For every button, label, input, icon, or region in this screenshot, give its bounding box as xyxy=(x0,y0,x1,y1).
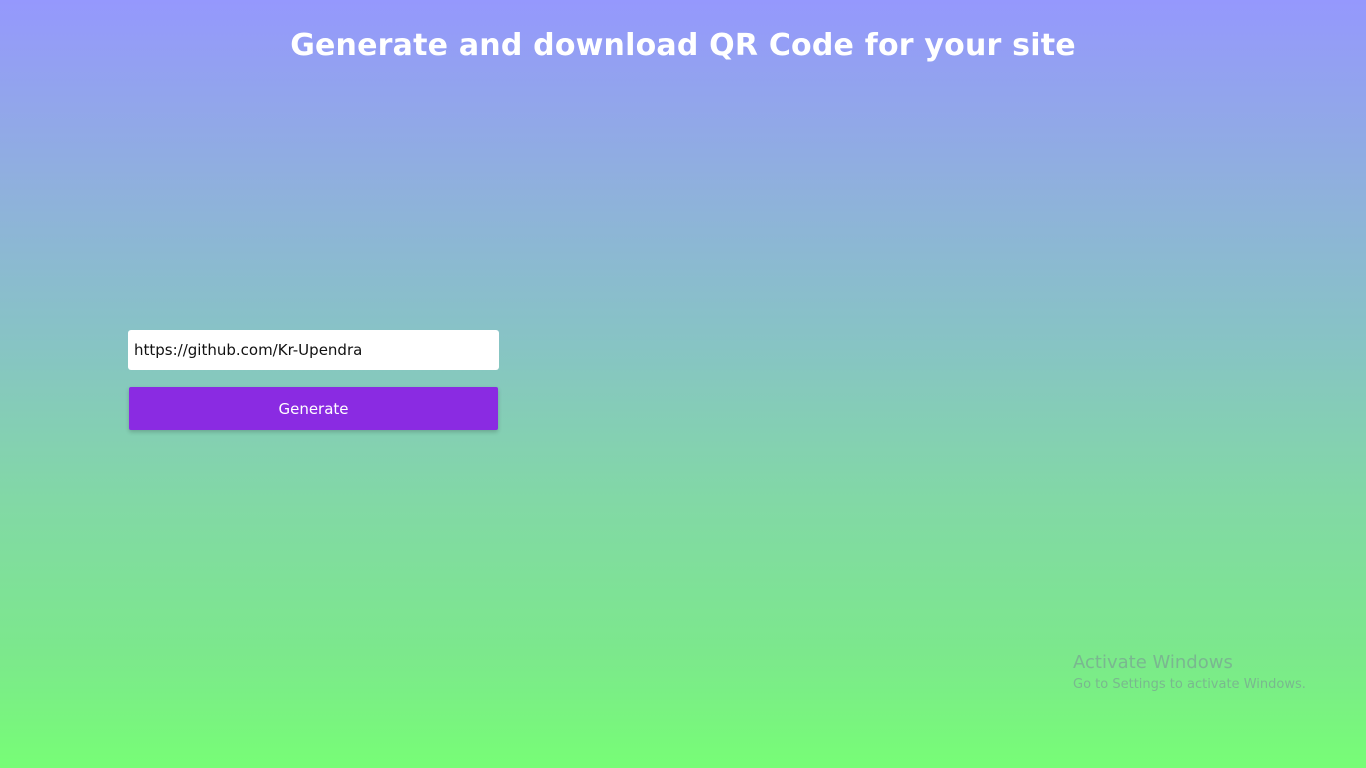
url-input[interactable] xyxy=(128,330,499,370)
page-title: Generate and download QR Code for your s… xyxy=(290,28,1076,63)
activation-title: Activate Windows xyxy=(1073,652,1233,673)
windows-activation-watermark: Activate Windows Go to Settings to activ… xyxy=(1073,651,1306,695)
activation-subtitle: Go to Settings to activate Windows. xyxy=(1073,677,1306,692)
generate-button[interactable]: Generate xyxy=(129,387,498,430)
